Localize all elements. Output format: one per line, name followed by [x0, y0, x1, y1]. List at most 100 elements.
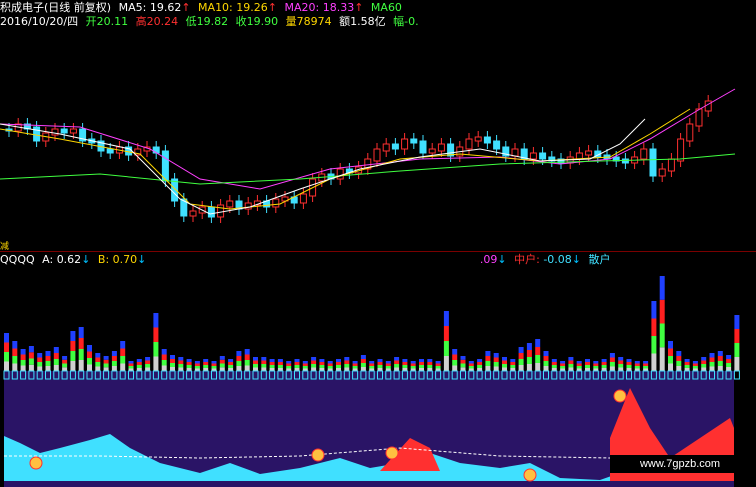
volume-bar-segment — [609, 362, 615, 367]
volume-bar-segment — [585, 365, 590, 368]
volume-bar-segment — [20, 349, 26, 355]
volume-bar-box — [733, 370, 740, 380]
volume-bar-segment — [4, 333, 9, 343]
volume-bar-segment — [244, 360, 250, 366]
volume-bar-segment — [45, 351, 51, 356]
volume-bar-segment — [178, 360, 184, 364]
volume-bar-segment — [244, 365, 250, 371]
volume-bar-segment — [593, 361, 599, 364]
volume-bar-segment — [4, 361, 9, 371]
candle-body — [152, 146, 160, 154]
volume-bar-segment — [128, 366, 134, 369]
signal-marker — [29, 456, 43, 470]
volume-bar-segment — [510, 359, 516, 362]
candle-body — [465, 138, 473, 150]
volume-bar-segment — [535, 347, 541, 355]
candle-body — [336, 168, 344, 180]
volume-bar-segment — [87, 345, 92, 352]
volume-bar-segment — [518, 347, 524, 353]
volume-bar-segment — [676, 351, 682, 356]
volume-bar-segment — [78, 327, 84, 338]
volume-bar-segment — [609, 353, 615, 358]
volume-bar-segment — [311, 367, 317, 371]
signal-marker — [311, 448, 325, 462]
volume-bar-segment — [427, 359, 433, 362]
volume-bar-segment — [120, 341, 126, 349]
volume-bar-segment — [477, 359, 483, 362]
candle-body — [437, 143, 445, 152]
volume-bar-segment — [294, 365, 300, 368]
low-value: 19.82 — [196, 15, 229, 28]
volume-bar-segment — [377, 362, 383, 365]
volume-bar-segment — [560, 361, 566, 364]
volume-bar-segment — [726, 367, 732, 371]
volume-bar-segment — [460, 356, 466, 360]
volume-bar-segment — [153, 342, 159, 357]
candle-body — [419, 140, 427, 154]
volume-bar-segment — [136, 365, 142, 368]
volume-bar-segment — [360, 367, 366, 371]
volume-bar-segment — [377, 365, 383, 368]
volume-bar-segment — [145, 357, 151, 361]
volume-bar-segment — [219, 356, 225, 360]
volume-bar-segment — [261, 364, 267, 368]
volume-bar-segment — [103, 367, 109, 371]
volume-bar-segment — [618, 357, 624, 361]
volume-bar-segment — [427, 365, 433, 368]
volume-bar-segment — [120, 348, 126, 356]
volume-bar-segment — [344, 367, 350, 371]
volume-bar-segment — [12, 348, 18, 356]
indicator-a-value: 0.62 — [56, 253, 82, 266]
indicator-a-arrow: ↓ — [81, 253, 91, 266]
candle-body — [667, 158, 675, 172]
volume-bar-segment — [62, 356, 68, 360]
volume-bar-segment — [53, 359, 59, 365]
volume-bar-segment — [568, 360, 574, 364]
volume-bar-segment — [369, 366, 375, 369]
volume-bar-segment — [244, 354, 250, 360]
signal-marker — [385, 446, 399, 460]
candle-body — [106, 148, 114, 154]
volume-bar-segment — [87, 351, 92, 358]
volume-bar-segment — [103, 356, 109, 360]
volume-bar-segment — [701, 360, 707, 364]
volume-bar-segment — [62, 363, 68, 368]
volume-bar-segment — [253, 367, 258, 371]
indicator-b-arrow: ↓ — [137, 253, 147, 266]
close-label: 收 — [235, 15, 247, 28]
volume-bar-segment — [277, 362, 283, 365]
candle-body — [410, 138, 418, 144]
volume-bar-segment — [161, 354, 167, 360]
volume-bar-segment — [692, 366, 698, 369]
volume-bar-segment — [618, 364, 624, 368]
volume-bar-segment — [485, 366, 491, 371]
volume-bar-segment — [336, 362, 341, 365]
chart-header-ma: 积成电子(日线 前复权) MA5: 19.62↑ MA10: 19.26↑ MA… — [0, 1, 402, 15]
price-chart[interactable] — [0, 29, 740, 239]
volume-bar-segment — [385, 361, 391, 364]
volume-bar-segment — [111, 356, 117, 361]
candle-body — [575, 152, 583, 160]
volume-bar-segment — [45, 366, 51, 371]
indicator-hidden-value: .09 — [479, 253, 498, 266]
volume-bar-segment — [194, 363, 200, 366]
volume-bar-segment — [468, 361, 474, 364]
volume-bar-segment — [601, 365, 607, 368]
volume-bar-segment — [87, 364, 92, 371]
volume-bar-segment — [385, 366, 391, 369]
volume-bar-segment — [543, 361, 549, 366]
candle-body — [189, 210, 197, 217]
indicator-mid-arrow: ↓ — [571, 253, 582, 266]
volume-bar-segment — [726, 363, 732, 367]
volume-bar-segment — [618, 360, 624, 364]
volume-bar-segment — [20, 360, 26, 366]
close-value: 19.90 — [246, 15, 279, 28]
volume-bar-segment — [502, 360, 507, 364]
candle-body — [382, 143, 390, 152]
volume-bar-segment — [651, 336, 657, 354]
volume-bar-segment — [676, 366, 682, 371]
volume-bar-segment — [12, 363, 18, 371]
candle-body — [585, 150, 593, 156]
volume-bar-segment — [668, 348, 673, 356]
volume-bar-segment — [676, 361, 682, 366]
